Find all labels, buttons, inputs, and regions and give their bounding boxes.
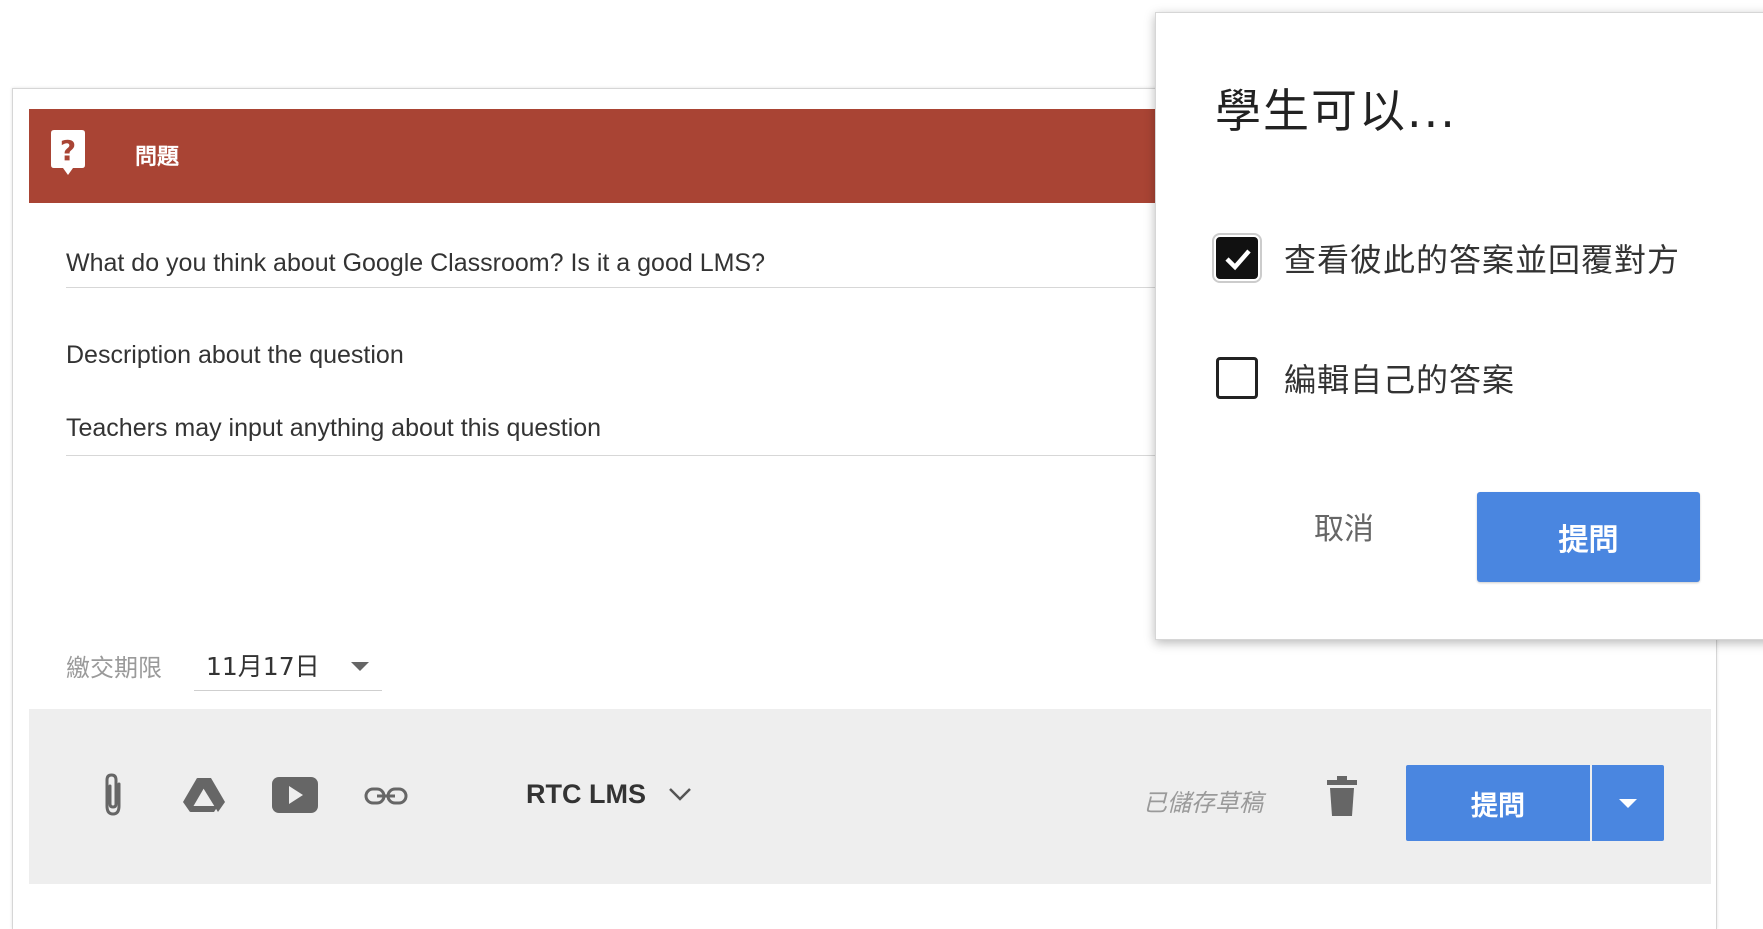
link-icon[interactable] [364, 787, 408, 805]
chevron-down-icon[interactable] [667, 785, 693, 803]
youtube-icon[interactable] [272, 777, 318, 813]
google-drive-icon[interactable] [183, 778, 225, 812]
option-label: 查看彼此的答案並回覆對方 [1284, 241, 1681, 279]
due-date-select[interactable]: 11月17日 [194, 639, 382, 691]
saved-draft-status: 已儲存草稿 [1143, 789, 1263, 817]
description-input[interactable]: Teachers may input anything about this q… [66, 414, 601, 443]
option-label: 編輯自己的答案 [1284, 361, 1516, 399]
option-edit-own-answer[interactable]: 編輯自己的答案 [1216, 351, 1515, 405]
checkbox-unchecked[interactable] [1216, 357, 1258, 399]
student-permissions-dialog: 學生可以... 查看彼此的答案並回覆對方 編輯自己的答案 取消 提問 [1155, 12, 1763, 640]
checkmark-icon [1225, 249, 1251, 271]
due-date-label: 繳交期限 [66, 654, 162, 682]
question-bubble-icon: ? [51, 130, 85, 175]
trash-icon[interactable] [1327, 776, 1357, 816]
class-selector[interactable]: RTC LMS [526, 779, 646, 810]
caret-down-icon [1619, 799, 1637, 808]
ask-button[interactable]: 提問 [1406, 765, 1590, 841]
paperclip-icon[interactable] [101, 772, 125, 818]
dialog-title: 學生可以... [1215, 84, 1457, 138]
dialog-ask-button[interactable]: 提問 [1477, 492, 1700, 582]
option-reply-to-each-other[interactable]: 查看彼此的答案並回覆對方 [1212, 231, 1681, 285]
composer-toolbar: RTC LMS 已儲存草稿 提問 [29, 709, 1711, 884]
caret-down-icon [351, 662, 369, 671]
header-title: 問題 [135, 145, 180, 170]
cancel-button[interactable]: 取消 [1294, 496, 1394, 556]
due-date-value: 11月17日 [206, 652, 320, 681]
svg-text:?: ? [60, 134, 76, 167]
ask-options-dropdown[interactable] [1592, 765, 1664, 841]
question-input[interactable]: What do you think about Google Classroom… [66, 249, 765, 278]
description-label: Description about the question [66, 341, 404, 369]
checkbox-checked[interactable] [1212, 233, 1262, 283]
